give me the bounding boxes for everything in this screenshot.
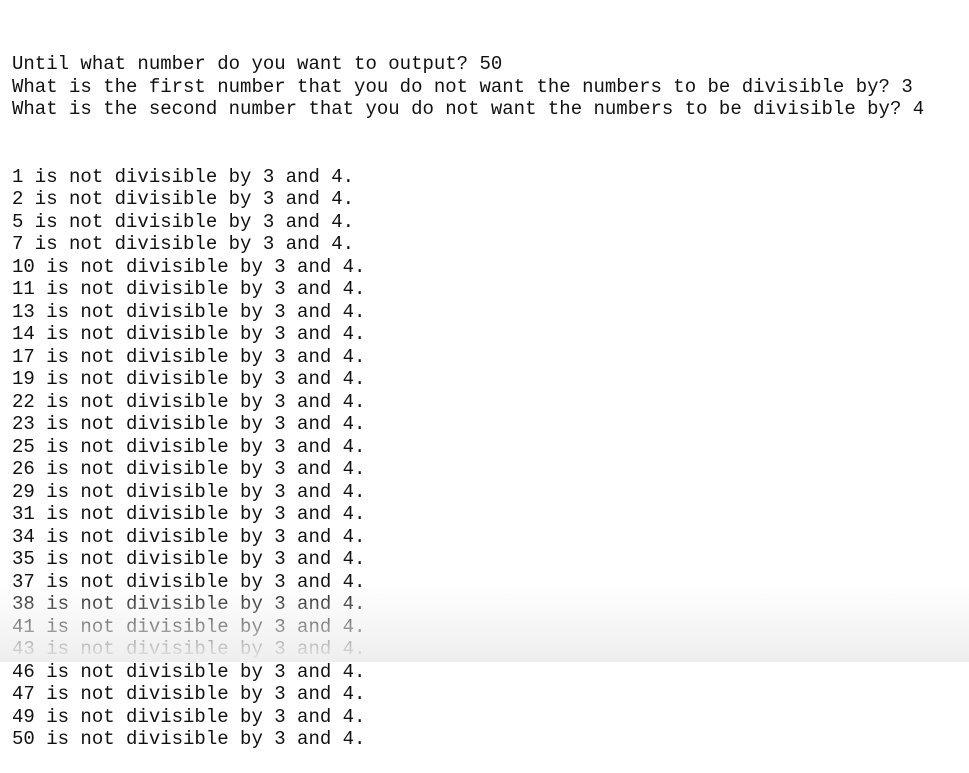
result-line: 46 is not divisible by 3 and 4. [12, 660, 366, 683]
result-line: 47 is not divisible by 3 and 4. [12, 683, 366, 705]
result-line: 5 is not divisible by 3 and 4. [12, 210, 355, 233]
result-line: 17 is not divisible by 3 and 4. [12, 345, 366, 368]
result-line: 2 is not divisible by 3 and 4. [12, 188, 355, 210]
prompt-line: What is the second number that you do no… [12, 98, 925, 120]
prompt-lines: Until what number do you want to output?… [12, 53, 924, 121]
result-line: 35 is not divisible by 3 and 4. [12, 548, 366, 570]
result-line: 41 is not divisible by 3 and 4. [12, 615, 366, 638]
result-line: 19 is not divisible by 3 and 4. [12, 368, 366, 390]
result-lines: 1 is not divisible by 3 and 4. 2 is not d… [12, 166, 924, 751]
result-line: 34 is not divisible by 3 and 4. [12, 525, 366, 548]
terminal-output: Until what number do you want to output?… [12, 8, 924, 773]
result-line: 7 is not divisible by 3 and 4. [12, 233, 355, 255]
result-line: 31 is not divisible by 3 and 4. [12, 503, 366, 525]
result-line: 26 is not divisible by 3 and 4. [12, 458, 366, 480]
result-line: 43 is not divisible by 3 and 4. [12, 638, 366, 660]
result-line: 29 is not divisible by 3 and 4. [12, 480, 366, 503]
result-line: 14 is not divisible by 3 and 4. [12, 323, 366, 345]
result-line: 11 is not divisible by 3 and 4. [12, 278, 366, 300]
result-line: 1 is not divisible by 3 and 4. [12, 165, 355, 188]
result-line: 23 is not divisible by 3 and 4. [12, 413, 366, 435]
result-line: 49 is not divisible by 3 and 4. [12, 705, 366, 728]
result-line: 10 is not divisible by 3 and 4. [12, 255, 366, 278]
result-line: 13 is not divisible by 3 and 4. [12, 300, 366, 323]
prompt-line: What is the first number that you do not… [12, 75, 913, 98]
result-line: 22 is not divisible by 3 and 4. [12, 390, 366, 413]
result-line: 37 is not divisible by 3 and 4. [12, 570, 366, 593]
result-line: 38 is not divisible by 3 and 4. [12, 593, 366, 615]
result-line: 50 is not divisible by 3 and 4. [12, 728, 366, 750]
result-line: 25 is not divisible by 3 and 4. [12, 435, 366, 458]
prompt-line: Until what number do you want to output?… [12, 53, 503, 75]
